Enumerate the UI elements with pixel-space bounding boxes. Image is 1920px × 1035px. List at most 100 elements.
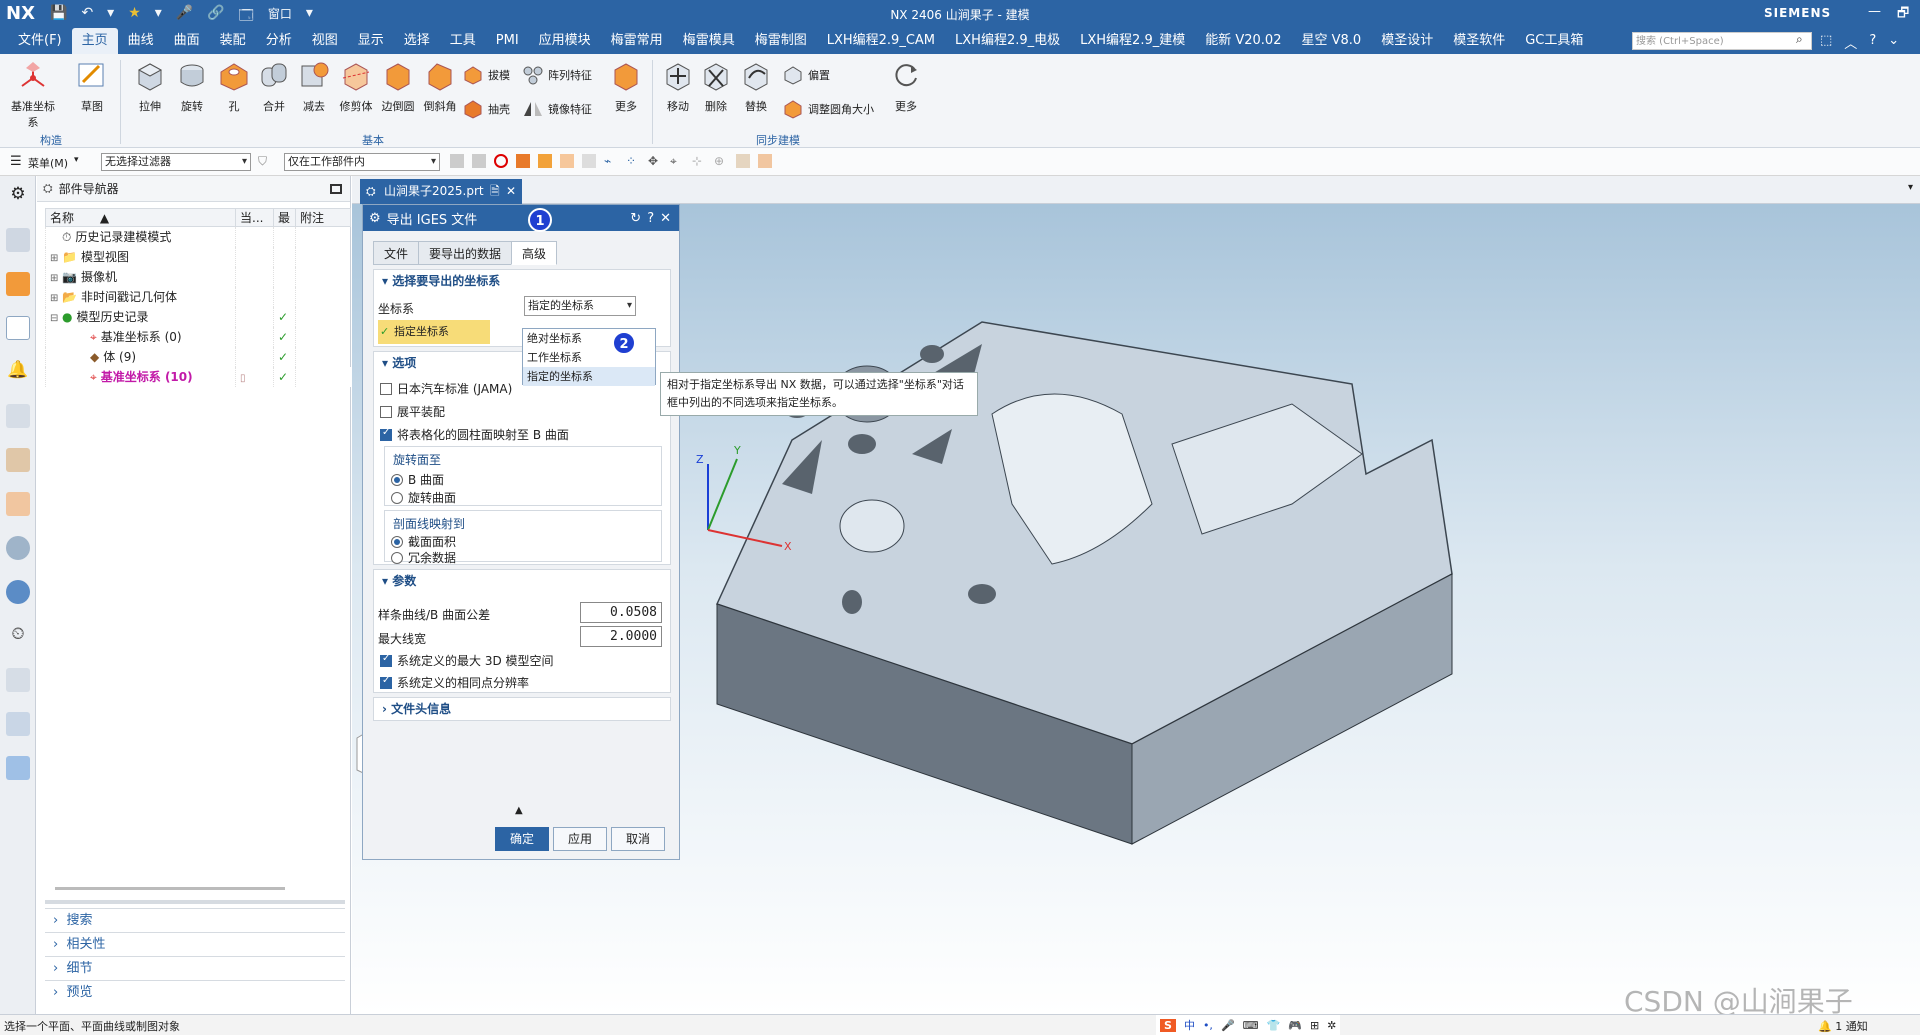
revolved-surface-radio[interactable]: 旋转曲面 (391, 489, 456, 506)
tree-row[interactable]: ◆ 体 (9) ✓ (45, 346, 351, 367)
selection-scope-select[interactable]: 仅在工作部件内 (284, 153, 440, 171)
menu-item-16[interactable]: LXH编程2.9_电极 (945, 28, 1070, 54)
tree-row[interactable]: ⏱ 历史记录建模模式 (45, 226, 351, 247)
col-notes[interactable]: 附注 (295, 208, 351, 227)
nav-scrollbar[interactable] (55, 887, 285, 890)
type-filter-select[interactable]: 无选择过滤器 (101, 153, 251, 171)
b-surface-radio[interactable]: B 曲面 (391, 471, 444, 488)
render-icon[interactable] (758, 154, 772, 168)
dialog-help-icon[interactable]: ? (647, 211, 654, 226)
more-icon[interactable]: ⌄ (1888, 33, 1899, 52)
delete-face-button[interactable]: 删除 (694, 58, 738, 114)
minimize-icon[interactable]: — (1868, 4, 1881, 26)
edge-blend-button[interactable]: 边倒圆 (376, 58, 420, 114)
col-name[interactable]: 名称 ▲ (45, 208, 236, 227)
max-line-width-input[interactable]: 2.0000 (580, 626, 662, 647)
menu-item-2[interactable]: 曲线 (118, 28, 164, 54)
map-cylinders-checkbox[interactable]: 将表格化的圆柱面映射至 B 曲面 (380, 426, 569, 443)
expand-toggle-icon[interactable]: ⊞ (50, 253, 62, 264)
extrude-button[interactable]: 拉伸 (128, 58, 172, 114)
snap-more-icon[interactable]: ⊕ (714, 154, 728, 168)
tab-close-icon[interactable]: ✕ (506, 179, 516, 204)
specify-cs-button[interactable]: ✓ 指定坐标系 (378, 320, 490, 344)
menu-item-1[interactable]: 主页 (71, 28, 118, 54)
roles-icon[interactable] (6, 712, 30, 736)
col-latest[interactable]: 最 (273, 208, 296, 227)
collapse-ribbon-icon[interactable]: ︿ (1844, 33, 1857, 52)
menu-item-4[interactable]: 装配 (210, 28, 256, 54)
jama-checkbox[interactable]: 日本汽车标准 (JAMA) (380, 380, 512, 397)
expand-toggle-icon[interactable]: ⊞ (50, 293, 62, 304)
snap-end-icon[interactable]: ⌖ (670, 154, 684, 168)
col-current[interactable]: 当... (235, 208, 274, 227)
mirror-feature-button[interactable]: 镜像特征 (522, 98, 592, 120)
menu-item-13[interactable]: 梅雷模具 (673, 28, 745, 54)
flatten-assembly-checkbox[interactable]: 展平装配 (380, 403, 445, 420)
offset-region-button[interactable]: 偏置 (782, 64, 830, 86)
hole-button[interactable]: 孔 (212, 58, 256, 114)
menu-item-12[interactable]: 梅雷常用 (601, 28, 673, 54)
tab-file[interactable]: 文件 (373, 241, 420, 265)
ok-button[interactable]: 确定 (495, 827, 549, 851)
layout-icon[interactable] (6, 756, 30, 780)
menu-item-20[interactable]: 模圣设计 (1371, 28, 1443, 54)
process-studio-icon[interactable] (6, 668, 30, 692)
redundant-data-radio[interactable]: 冗余数据 (391, 549, 456, 566)
collapse-arrow-icon[interactable]: ▲ (515, 805, 523, 816)
apply-button[interactable]: 应用 (553, 827, 607, 851)
tab-part-file[interactable]: ⛭ 山涧果子2025.prt 🗎 ✕ (360, 179, 522, 204)
more-sync-button[interactable]: 更多 (884, 58, 928, 114)
chamfer-button[interactable]: 倒斜角 (418, 58, 462, 114)
more-features-button[interactable]: 更多 (604, 58, 648, 114)
tree-row[interactable]: ⌖ 基准坐标系 (10) ▯ ✓ (45, 366, 351, 387)
option-work-cs[interactable]: 工作坐标系 (523, 348, 655, 367)
menu-item-9[interactable]: 工具 (440, 28, 486, 54)
tab-advanced[interactable]: 高级 (511, 241, 558, 265)
maximize-icon[interactable] (330, 183, 342, 194)
menu-item-3[interactable]: 曲面 (164, 28, 210, 54)
snap-point-icon[interactable]: ✥ (648, 154, 662, 168)
unite-button[interactable]: 合并 (252, 58, 296, 114)
history-icon[interactable] (6, 536, 30, 560)
expand-toggle-icon[interactable]: ⊞ (50, 273, 62, 284)
menu-item-17[interactable]: LXH编程2.9_建模 (1070, 28, 1195, 54)
dialog-close-icon[interactable]: ✕ (660, 211, 671, 226)
reuse-library-icon[interactable] (6, 404, 30, 428)
menu-item-22[interactable]: GC工具箱 (1515, 28, 1593, 54)
ime-mode[interactable]: 中 (1184, 1017, 1195, 1033)
menu-item-8[interactable]: 选择 (394, 28, 440, 54)
part-navigator-icon[interactable] (6, 316, 30, 340)
system-point-resolution-checkbox[interactable]: 系统定义的相同点分辨率 (380, 674, 529, 691)
menu-item-0[interactable]: 文件(F) (8, 28, 72, 54)
restore-icon[interactable]: 🗗 (1897, 4, 1909, 26)
draft-button[interactable]: 拔模 (462, 64, 510, 86)
revolve-button[interactable]: 旋转 (170, 58, 214, 114)
cs-select[interactable]: 指定的坐标系 (524, 296, 636, 316)
cancel-button[interactable]: 取消 (611, 827, 665, 851)
point-filter-icon[interactable]: ⁘ (626, 154, 640, 168)
constraint-navigator-icon[interactable] (6, 272, 30, 296)
help-icon[interactable]: ? (1869, 33, 1876, 52)
menu-item-21[interactable]: 模圣软件 (1443, 28, 1515, 54)
select-icon[interactable] (450, 154, 464, 168)
tree-row[interactable]: ⊟ ● 模型历史记录 ✓ (45, 306, 351, 327)
tree-row[interactable]: ⊞ 📂 非时间戳记几何体 (45, 286, 351, 307)
menu-button[interactable]: 菜单(M) (28, 155, 68, 171)
nav-section-preview[interactable]: › 预览 (45, 980, 345, 1004)
tree-row[interactable]: ⊞ 📁 模型视图 (45, 246, 351, 267)
tree-row[interactable]: ⌖ 基准坐标系 (0) ✓ (45, 326, 351, 347)
view-icon[interactable] (736, 154, 750, 168)
menu-item-19[interactable]: 星空 V8.0 (1291, 28, 1371, 54)
reset-icon[interactable]: ↻ (630, 211, 641, 226)
section-cs-header[interactable]: ▾ 选择要导出的坐标系 (374, 270, 670, 292)
menu-dropdown-icon[interactable]: ▾ (74, 155, 79, 165)
nav-section-dependencies[interactable]: › 相关性 (45, 932, 345, 956)
filter-icon[interactable]: ⛉ (258, 154, 267, 169)
menu-item-7[interactable]: 显示 (348, 28, 394, 54)
ime-voice-icon[interactable]: 🎤 (1221, 1019, 1235, 1032)
option-specified-cs[interactable]: 指定的坐标系 (523, 367, 655, 386)
system-3d-space-checkbox[interactable]: 系统定义的最大 3D 模型空间 (380, 652, 554, 669)
fullscreen-icon[interactable]: ⬚ (1820, 33, 1832, 52)
search-icon[interactable]: ⌕ (1796, 32, 1803, 47)
pattern-feature-button[interactable]: 阵列特征 (522, 64, 592, 86)
